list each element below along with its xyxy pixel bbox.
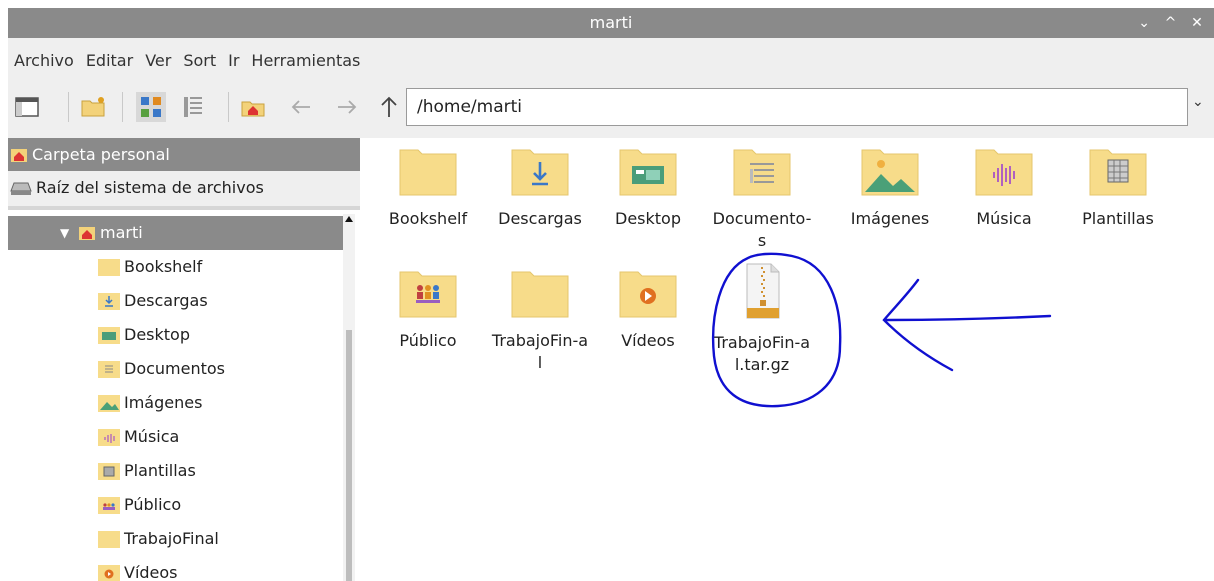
address-bar[interactable] (406, 88, 1188, 126)
file-item[interactable]: Imágenes (840, 146, 940, 230)
file-item[interactable]: Documento-s (712, 146, 812, 252)
up-arrow-icon[interactable] (376, 94, 402, 120)
menu-bar: Archivo Editar Ver Sort Ir Herramientas (8, 46, 366, 76)
download-folder-icon (511, 149, 569, 196)
menu-archivo[interactable]: Archivo (8, 46, 80, 76)
tree-scrollbar[interactable] (343, 214, 355, 581)
pictures-folder-icon (98, 395, 120, 412)
back-arrow-icon[interactable] (288, 94, 314, 120)
videos-folder-icon (98, 565, 120, 581)
close-button[interactable]: ✕ (1186, 8, 1208, 38)
templates-folder-icon (1089, 149, 1147, 196)
new-folder-icon[interactable] (80, 94, 106, 120)
file-item[interactable]: Descargas (490, 146, 590, 230)
documents-folder-icon (733, 149, 791, 196)
chevron-down-icon[interactable]: ⌄ (1192, 94, 1204, 110)
tree-item[interactable]: Documentos (98, 352, 225, 386)
videos-folder-icon (619, 271, 677, 318)
tree-root-label: marti (100, 223, 143, 242)
menu-sort[interactable]: Sort (177, 46, 222, 76)
minimize-button[interactable]: ⌄ (1133, 8, 1155, 38)
place-label: Carpeta personal (32, 145, 170, 164)
annotation-circle (712, 252, 842, 408)
title-bar: marti ⌄ ^ ✕ (8, 8, 1214, 38)
drive-icon (10, 182, 32, 195)
new-window-icon[interactable] (14, 94, 40, 120)
tree-item[interactable]: Plantillas (98, 454, 196, 488)
tree-item[interactable]: Imágenes (98, 386, 202, 420)
directory-tree: ▼ marti Bookshelf Descargas Desktop Docu… (8, 210, 360, 581)
home-icon (79, 227, 95, 240)
menu-ir[interactable]: Ir (222, 46, 245, 76)
download-folder-icon (98, 293, 120, 310)
file-item[interactable]: Plantillas (1068, 146, 1168, 230)
file-item[interactable]: Música (954, 146, 1054, 230)
tree-item[interactable]: Vídeos (98, 556, 178, 581)
tree-item[interactable]: Bookshelf (98, 250, 202, 284)
places-panel: Carpeta personal Raíz del sistema de arc… (8, 138, 360, 204)
window-title: marti (589, 13, 633, 32)
folder-icon (399, 149, 457, 196)
folder-icon (98, 531, 120, 548)
place-root[interactable]: Raíz del sistema de archivos (8, 171, 360, 204)
menu-ver[interactable]: Ver (139, 46, 177, 76)
music-folder-icon (98, 429, 120, 446)
file-view: Bookshelf Descargas Desktop Documento-s … (360, 138, 1214, 581)
desktop-folder-icon (98, 327, 120, 344)
pictures-folder-icon (861, 149, 919, 196)
folder-icon (98, 259, 120, 276)
annotation-arrow (882, 278, 1052, 372)
place-label: Raíz del sistema de archivos (36, 178, 264, 197)
file-item[interactable]: Bookshelf (378, 146, 478, 230)
desktop-folder-icon (619, 149, 677, 196)
menu-editar[interactable]: Editar (80, 46, 139, 76)
expand-arrow-icon[interactable]: ▼ (60, 216, 69, 250)
public-folder-icon (399, 271, 457, 318)
folder-icon (511, 271, 569, 318)
documents-folder-icon (98, 361, 120, 378)
icon-view-icon[interactable] (136, 92, 166, 122)
home-icon[interactable] (240, 94, 266, 120)
place-home[interactable]: Carpeta personal (8, 138, 360, 171)
maximize-button[interactable]: ^ (1160, 8, 1182, 38)
path-input[interactable] (407, 89, 1187, 125)
file-item[interactable]: Público (378, 268, 478, 352)
tree-item[interactable]: Desktop (98, 318, 190, 352)
file-item[interactable]: TrabajoFin-al (490, 268, 590, 374)
home-icon (11, 148, 27, 162)
list-view-icon[interactable] (180, 94, 206, 120)
file-item[interactable]: Desktop (598, 146, 698, 230)
music-folder-icon (975, 149, 1033, 196)
tree-item[interactable]: Público (98, 488, 181, 522)
tree-item[interactable]: Música (98, 420, 179, 454)
forward-arrow-icon[interactable] (334, 94, 360, 120)
menu-herramientas[interactable]: Herramientas (245, 46, 366, 76)
templates-folder-icon (98, 463, 120, 480)
tree-item[interactable]: TrabajoFinal (98, 522, 219, 556)
public-folder-icon (98, 497, 120, 514)
file-item[interactable]: Vídeos (598, 268, 698, 352)
tree-item[interactable]: Descargas (98, 284, 208, 318)
tree-root-marti[interactable]: ▼ marti (8, 216, 344, 250)
